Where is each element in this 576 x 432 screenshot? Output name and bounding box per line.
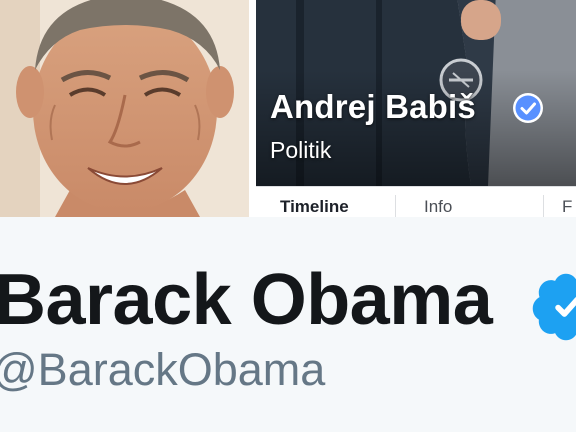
profile-tab-bar: Timeline Info F xyxy=(256,186,576,217)
tab-divider xyxy=(543,195,544,217)
photo-separator xyxy=(249,0,256,217)
twitter-profile-header: Barack Obama @BarackObama xyxy=(0,217,576,432)
verified-badge-icon xyxy=(513,93,543,123)
profile-name[interactable]: Andrej Babiš xyxy=(270,88,476,126)
tab-info[interactable]: Info xyxy=(424,197,534,217)
profile-photo[interactable] xyxy=(0,0,249,217)
tab-timeline[interactable]: Timeline xyxy=(280,197,395,217)
profile-handle[interactable]: @BarackObama xyxy=(0,344,325,396)
tab-more[interactable]: F xyxy=(562,197,576,217)
profile-photo-image xyxy=(0,0,249,217)
facebook-profile-header: Andrej Babiš Politik Timeline Info F xyxy=(0,0,576,217)
profile-name[interactable]: Barack Obama xyxy=(0,259,493,341)
profile-category[interactable]: Politik xyxy=(270,137,331,164)
verified-badge-icon xyxy=(532,273,576,341)
tab-divider xyxy=(395,195,396,217)
cover-photo[interactable]: Andrej Babiš Politik xyxy=(256,0,576,186)
